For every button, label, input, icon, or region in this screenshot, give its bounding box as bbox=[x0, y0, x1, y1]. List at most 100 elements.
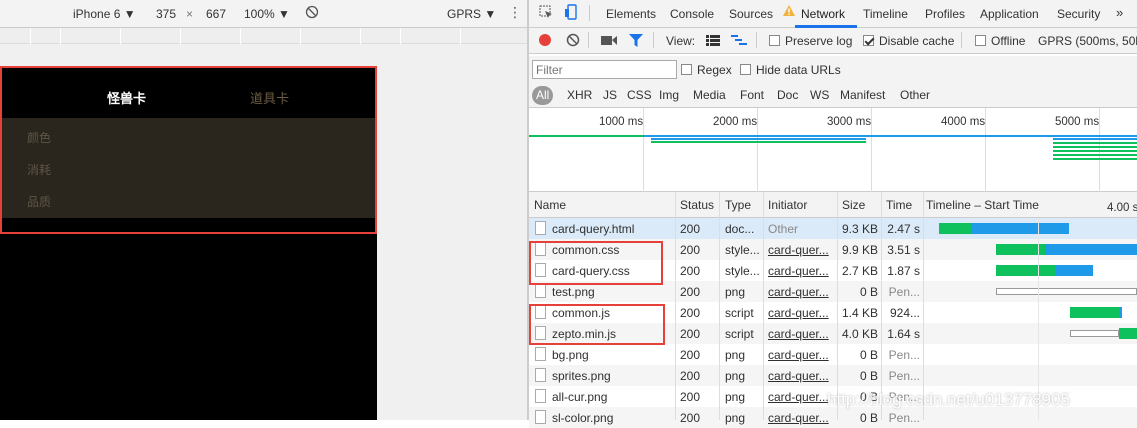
file-icon bbox=[535, 410, 546, 424]
column-type[interactable]: Type bbox=[725, 198, 751, 212]
type-ws[interactable]: WS bbox=[810, 88, 829, 102]
device-height[interactable]: 667 bbox=[206, 7, 226, 21]
warning-icon bbox=[783, 5, 795, 20]
request-initiator[interactable]: card-quer... bbox=[768, 264, 829, 278]
large-rows-icon[interactable] bbox=[706, 35, 720, 49]
type-xhr[interactable]: XHR bbox=[567, 88, 592, 102]
waterfall-view-icon[interactable] bbox=[731, 35, 747, 49]
filter-row: Regex Hide data URLs bbox=[529, 56, 1137, 84]
device-width[interactable]: 375 bbox=[156, 7, 176, 21]
waterfall-bar bbox=[1056, 265, 1093, 276]
type-manifest[interactable]: Manifest bbox=[840, 88, 885, 102]
request-initiator[interactable]: card-quer... bbox=[768, 411, 829, 425]
request-status: 200 bbox=[680, 243, 701, 257]
overview-tick: 2000 ms bbox=[713, 116, 758, 128]
file-icon bbox=[535, 221, 546, 235]
device-select[interactable]: iPhone 6 ▼ bbox=[73, 7, 136, 21]
request-initiator[interactable]: card-quer... bbox=[768, 243, 829, 257]
column-name[interactable]: Name bbox=[534, 198, 566, 212]
request-initiator[interactable]: card-quer... bbox=[768, 285, 829, 299]
type-js[interactable]: JS bbox=[603, 88, 617, 102]
capture-screenshots-icon[interactable] bbox=[601, 35, 617, 49]
request-initiator[interactable]: Other bbox=[768, 222, 798, 236]
table-row[interactable]: sl-color.png 200 png card-quer... 0 B Pen... bbox=[529, 407, 1137, 428]
network-grid-header: Name Status Type Initiator Size Time Tim… bbox=[529, 192, 1137, 218]
filter-quality[interactable]: 品质 bbox=[27, 193, 51, 210]
type-other[interactable]: Other bbox=[900, 88, 930, 102]
table-row[interactable]: sprites.png 200 png card-quer... 0 B Pen... bbox=[529, 365, 1137, 386]
request-initiator[interactable]: card-quer... bbox=[768, 369, 829, 383]
type-doc[interactable]: Doc bbox=[777, 88, 798, 102]
file-icon bbox=[535, 368, 546, 382]
device-mode-icon[interactable] bbox=[564, 4, 578, 23]
network-toolbar: View: Preserve log Disable cache Offline… bbox=[529, 28, 1137, 54]
table-row[interactable]: common.css 200 style... card-quer... 9.9 KB 3… bbox=[529, 239, 1137, 260]
more-options-icon[interactable]: ⋮ bbox=[508, 4, 522, 21]
type-media[interactable]: Media bbox=[693, 88, 726, 102]
request-status: 200 bbox=[680, 369, 701, 383]
tab-sources[interactable]: Sources bbox=[729, 7, 773, 21]
table-row[interactable]: bg.png 200 png card-quer... 0 B Pen... bbox=[529, 344, 1137, 365]
request-type: style... bbox=[725, 264, 760, 278]
request-name: card-query.css bbox=[552, 264, 630, 278]
regex-toggle[interactable]: Regex bbox=[681, 63, 732, 77]
network-throttle-select[interactable]: GPRS ▼ bbox=[447, 7, 496, 21]
card-tabbar: 怪兽卡 道具卡 bbox=[0, 66, 377, 118]
type-img[interactable]: Img bbox=[659, 88, 679, 102]
throttle-select[interactable]: GPRS (500ms, 50kb bbox=[1038, 34, 1137, 48]
tab-timeline[interactable]: Timeline bbox=[863, 7, 908, 21]
inspect-element-icon[interactable] bbox=[539, 5, 553, 22]
table-row[interactable]: test.png 200 png card-quer... 0 B Pen... bbox=[529, 281, 1137, 302]
record-icon[interactable] bbox=[538, 33, 552, 50]
column-status[interactable]: Status bbox=[680, 198, 714, 212]
table-row[interactable]: common.js 200 script card-quer... 1.4 KB 924.… bbox=[529, 302, 1137, 323]
table-row[interactable]: zepto.min.js 200 script card-quer... 4.0 KB 1… bbox=[529, 323, 1137, 344]
filter-color[interactable]: 颜色 bbox=[27, 129, 51, 146]
file-icon bbox=[535, 263, 546, 277]
rotate-icon[interactable] bbox=[305, 5, 319, 22]
request-size: 0 B bbox=[859, 411, 878, 425]
offline-toggle[interactable]: Offline bbox=[975, 34, 1025, 48]
filter-cost[interactable]: 消耗 bbox=[27, 161, 51, 178]
column-time[interactable]: Time bbox=[886, 198, 912, 212]
request-initiator[interactable]: card-quer... bbox=[768, 306, 829, 320]
type-font[interactable]: Font bbox=[740, 88, 764, 102]
request-initiator[interactable]: card-quer... bbox=[768, 327, 829, 341]
table-row[interactable]: card-query.css 200 style... card-quer... 2.7… bbox=[529, 260, 1137, 281]
timeline-overview[interactable]: 1000 ms 2000 ms 3000 ms 4000 ms 5000 ms bbox=[529, 108, 1137, 192]
hide-data-urls-toggle[interactable]: Hide data URLs bbox=[740, 63, 841, 77]
request-time: 924... bbox=[889, 306, 920, 320]
tab-profiles[interactable]: Profiles bbox=[925, 7, 965, 21]
type-all[interactable]: All bbox=[532, 86, 554, 105]
waterfall-bar bbox=[1070, 330, 1119, 337]
preserve-log-toggle[interactable]: Preserve log bbox=[769, 34, 852, 48]
waterfall-bar bbox=[996, 288, 1137, 295]
request-status: 200 bbox=[680, 222, 701, 236]
column-timeline[interactable]: Timeline – Start Time bbox=[926, 198, 1039, 212]
type-css[interactable]: CSS bbox=[627, 88, 652, 102]
tab-elements[interactable]: Elements bbox=[606, 7, 656, 21]
filter-input[interactable] bbox=[532, 60, 677, 79]
request-type: png bbox=[725, 369, 746, 383]
filter-funnel-icon[interactable] bbox=[629, 34, 643, 50]
request-status: 200 bbox=[680, 411, 701, 425]
tab-monster-card[interactable]: 怪兽卡 bbox=[107, 88, 146, 107]
tab-network[interactable]: Network bbox=[801, 7, 845, 21]
table-row[interactable]: card-query.html 200 doc... Other 9.3 KB 2.47 … bbox=[529, 218, 1137, 239]
request-initiator[interactable]: card-quer... bbox=[768, 348, 829, 362]
tab-application[interactable]: Application bbox=[980, 7, 1039, 21]
tab-security[interactable]: Security bbox=[1057, 7, 1100, 21]
disable-cache-toggle[interactable]: Disable cache bbox=[863, 34, 954, 48]
zoom-select[interactable]: 100% ▼ bbox=[244, 7, 290, 21]
more-tabs-icon[interactable]: » bbox=[1116, 5, 1123, 20]
clear-icon[interactable] bbox=[566, 33, 580, 50]
column-size[interactable]: Size bbox=[842, 198, 865, 212]
tab-item-card[interactable]: 道具卡 bbox=[250, 88, 289, 107]
column-initiator[interactable]: Initiator bbox=[768, 198, 807, 212]
overview-tick: 5000 ms bbox=[1055, 116, 1100, 128]
tab-console[interactable]: Console bbox=[670, 7, 714, 21]
request-initiator[interactable]: card-quer... bbox=[768, 390, 829, 404]
request-status: 200 bbox=[680, 264, 701, 278]
overview-tick: 4000 ms bbox=[941, 116, 986, 128]
request-size: 0 B bbox=[859, 348, 878, 362]
